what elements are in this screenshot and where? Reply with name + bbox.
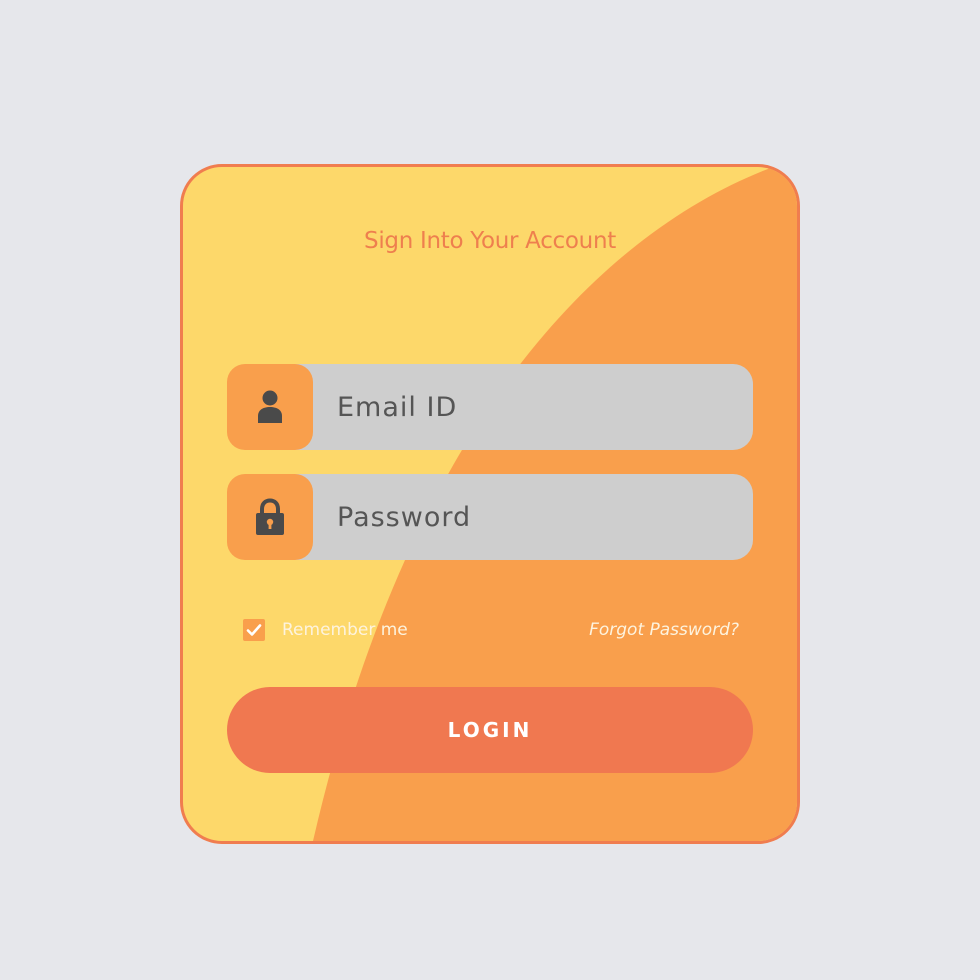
login-button[interactable]: LOGIN: [227, 687, 753, 773]
remember-me-label[interactable]: Remember me: [282, 620, 408, 640]
email-input[interactable]: [337, 364, 737, 450]
lock-icon: [256, 498, 284, 535]
password-field-group: [227, 474, 753, 560]
password-icon-box: [227, 474, 313, 560]
email-field-group: [227, 364, 753, 450]
checkmark-icon: [246, 624, 262, 636]
remember-me: Remember me: [243, 619, 408, 641]
user-icon: [258, 390, 282, 423]
forgot-password-link[interactable]: Forgot Password?: [589, 619, 739, 641]
password-input[interactable]: [337, 474, 737, 560]
remember-me-checkbox[interactable]: [243, 619, 265, 641]
email-icon-box: [227, 364, 313, 450]
login-card: Sign Into Your Account Email ID Remember…: [180, 164, 800, 844]
page-title: Sign Into Your Account: [364, 228, 616, 254]
